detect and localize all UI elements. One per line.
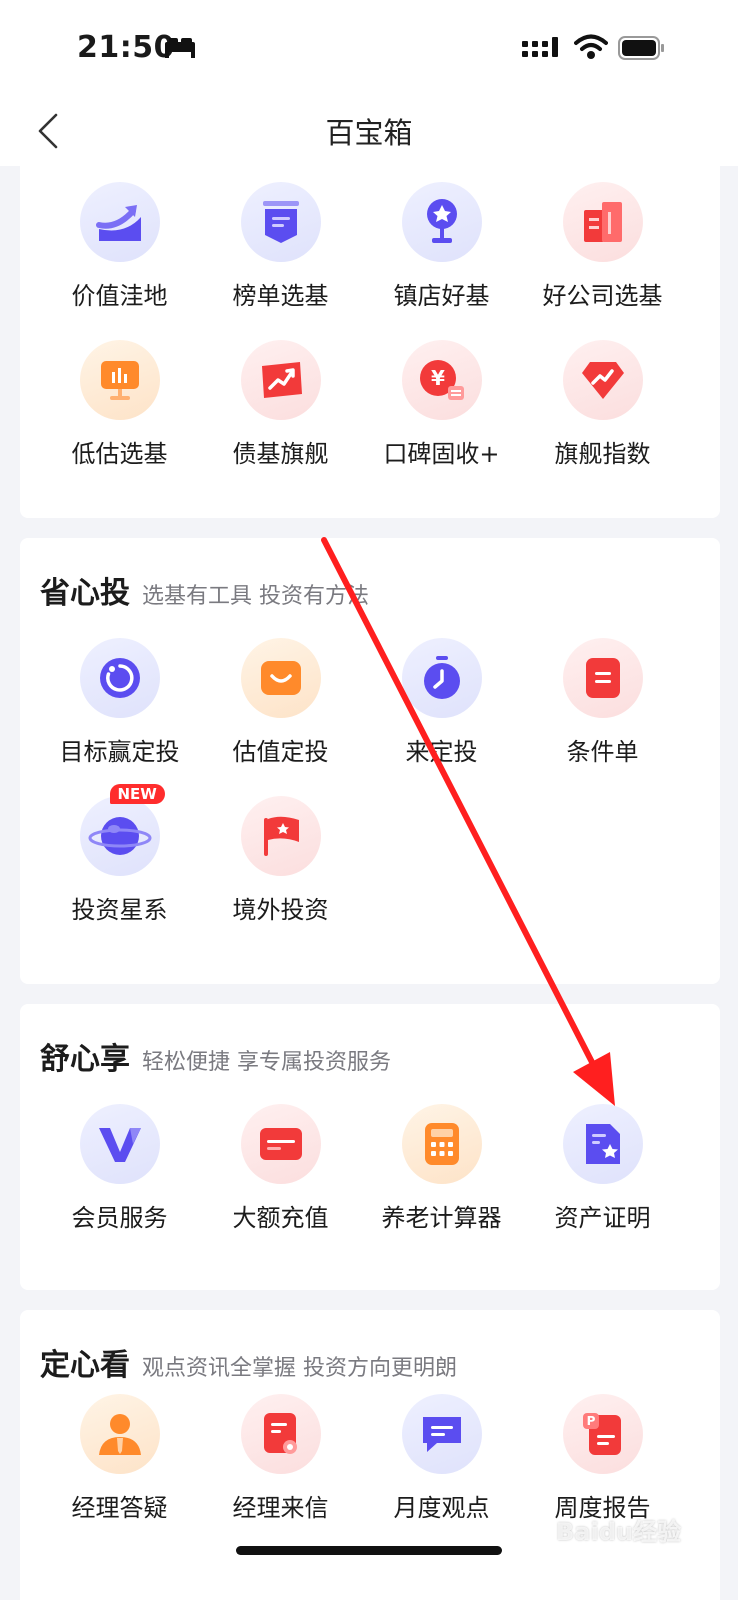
section-steady-view: 定心看 观点资讯全掌握 投资方向更明朗 经理答疑 经理来信 月度观点 P 周度报…: [20, 1310, 720, 1600]
section-subtitle: 轻松便捷 享专属投资服务: [142, 1050, 391, 1075]
tool-invest-galaxy[interactable]: NEW 投资星系: [37, 784, 202, 946]
company-building-icon: [583, 202, 622, 242]
ranking-icon: [262, 201, 299, 243]
stopwatch-icon: [423, 656, 460, 699]
svg-text:¥: ¥: [431, 366, 445, 390]
tile-label: 经理来信: [232, 1494, 329, 1522]
tile-label: 境外投资: [232, 896, 329, 924]
trophy-icon: [426, 199, 457, 243]
section-header: 省心投 选基有工具 投资有方法: [40, 568, 369, 612]
calculator-icon: [424, 1123, 459, 1165]
sleep-mode-icon: [165, 38, 195, 58]
tool-reputation-fixed[interactable]: ¥ 口碑固收+: [359, 340, 524, 490]
section-header: 舒心享 轻松便捷 享专属投资服务: [40, 1034, 391, 1078]
tool-bond-flagship[interactable]: 债基旗舰: [198, 340, 363, 490]
cellular-signal-icon: [522, 37, 558, 57]
tool-manager-qa[interactable]: 经理答疑: [37, 1394, 202, 1544]
section-comfort-enjoy: 舒心享 轻松便捷 享专属投资服务 会员服务 大额充值 养老计算器 资产证明: [20, 1004, 720, 1290]
new-badge: NEW: [109, 784, 165, 804]
bank-card-icon: [259, 1128, 302, 1160]
section-easy-invest: 省心投 选基有工具 投资有方法 目标赢定投 估值定投 来定投 条件单 NEW 投…: [20, 538, 720, 984]
section-title: 定心看: [40, 1348, 130, 1383]
tile-label: 会员服务: [71, 1204, 168, 1232]
tile-label: 债基旗舰: [232, 440, 329, 468]
page-title: 百宝箱: [325, 116, 413, 150]
svg-text:P: P: [586, 1414, 595, 1428]
value-chart-icon: [95, 205, 141, 241]
tile-label: 价值洼地: [71, 282, 168, 310]
tool-good-company[interactable]: 好公司选基: [520, 182, 685, 332]
home-indicator: [236, 1546, 502, 1555]
tile-label: 月度观点: [393, 1494, 490, 1522]
tile-label: 榜单选基: [232, 282, 329, 310]
chat-bubble-icon: [422, 1417, 461, 1452]
tool-low-valuation[interactable]: 低估选基: [37, 340, 202, 490]
valuation-smile-icon: [260, 661, 301, 695]
tool-asset-certificate[interactable]: 资产证明: [520, 1104, 685, 1254]
flag-icon: [263, 816, 299, 856]
tile-label: 估值定投: [232, 738, 329, 766]
order-doc-icon: [585, 658, 620, 698]
wifi-icon: [574, 34, 608, 59]
tool-vip-service[interactable]: 会员服务: [37, 1104, 202, 1254]
tool-monthly-view[interactable]: 月度观点: [359, 1394, 524, 1544]
bond-trend-icon: [261, 362, 302, 398]
tool-value-depression[interactable]: 价值洼地: [37, 182, 202, 332]
tool-large-recharge[interactable]: 大额充值: [198, 1104, 363, 1254]
section-header: 定心看 观点资讯全掌握 投资方向更明朗: [40, 1340, 457, 1384]
tool-flagship-index[interactable]: 旗舰指数: [520, 340, 685, 490]
tile-label: 镇店好基: [393, 282, 490, 310]
tool-pension-calculator[interactable]: 养老计算器: [359, 1104, 524, 1254]
section-subtitle: 观点资讯全掌握 投资方向更明朗: [142, 1356, 457, 1381]
vip-v-icon: [98, 1128, 141, 1162]
diamond-index-icon: [581, 362, 624, 399]
manager-avatar-icon: [98, 1414, 141, 1455]
status-bar: 21:50: [0, 0, 738, 96]
tool-ranking[interactable]: 榜单选基: [198, 182, 363, 332]
section-title: 舒心享: [40, 1042, 130, 1077]
yuan-coin-icon: ¥: [419, 360, 464, 400]
tile-label: 来定投: [405, 738, 478, 766]
section-title: 省心投: [40, 576, 130, 611]
tools-card: 价值洼地 榜单选基 镇店好基 好公司选基 低估选基 债基旗舰 ¥ 口碑固收+ 旗…: [20, 166, 720, 518]
tile-label: 条件单: [566, 738, 639, 766]
letter-icon: [263, 1413, 297, 1454]
target-cycle-icon: [99, 658, 140, 698]
section-subtitle: 选基有工具 投资有方法: [142, 584, 369, 609]
tile-label: 好公司选基: [542, 282, 663, 310]
planet-icon: [88, 817, 151, 855]
tool-overseas-invest[interactable]: 境外投资: [198, 796, 363, 946]
asset-certificate-icon: [585, 1124, 620, 1164]
tile-label: 旗舰指数: [554, 440, 651, 468]
tool-valuation-invest[interactable]: 估值定投: [198, 638, 363, 788]
tool-target-invest[interactable]: 目标赢定投: [37, 638, 202, 788]
tile-label: 养老计算器: [381, 1204, 502, 1232]
status-time: 21:50: [77, 30, 175, 65]
tile-label: 低估选基: [71, 440, 168, 468]
watermark: Baidu经验: [556, 1518, 681, 1546]
tool-come-invest[interactable]: 来定投: [359, 638, 524, 788]
tile-label: 资产证明: [554, 1204, 651, 1232]
tile-label: 投资星系: [71, 896, 168, 924]
nav-bar: 百宝箱: [0, 96, 738, 166]
low-valuation-board-icon: [100, 361, 139, 400]
tile-label: 大额充值: [232, 1204, 329, 1232]
tile-label: 经理答疑: [71, 1494, 168, 1522]
report-ppt-icon: P: [582, 1413, 621, 1455]
tool-store-fund[interactable]: 镇店好基: [359, 182, 524, 332]
tool-manager-letter[interactable]: 经理来信: [198, 1394, 363, 1544]
tool-condition-order[interactable]: 条件单: [520, 638, 685, 788]
tile-label: 目标赢定投: [59, 738, 180, 766]
battery-icon: [618, 36, 664, 60]
tile-label: 口碑固收+: [383, 440, 500, 468]
